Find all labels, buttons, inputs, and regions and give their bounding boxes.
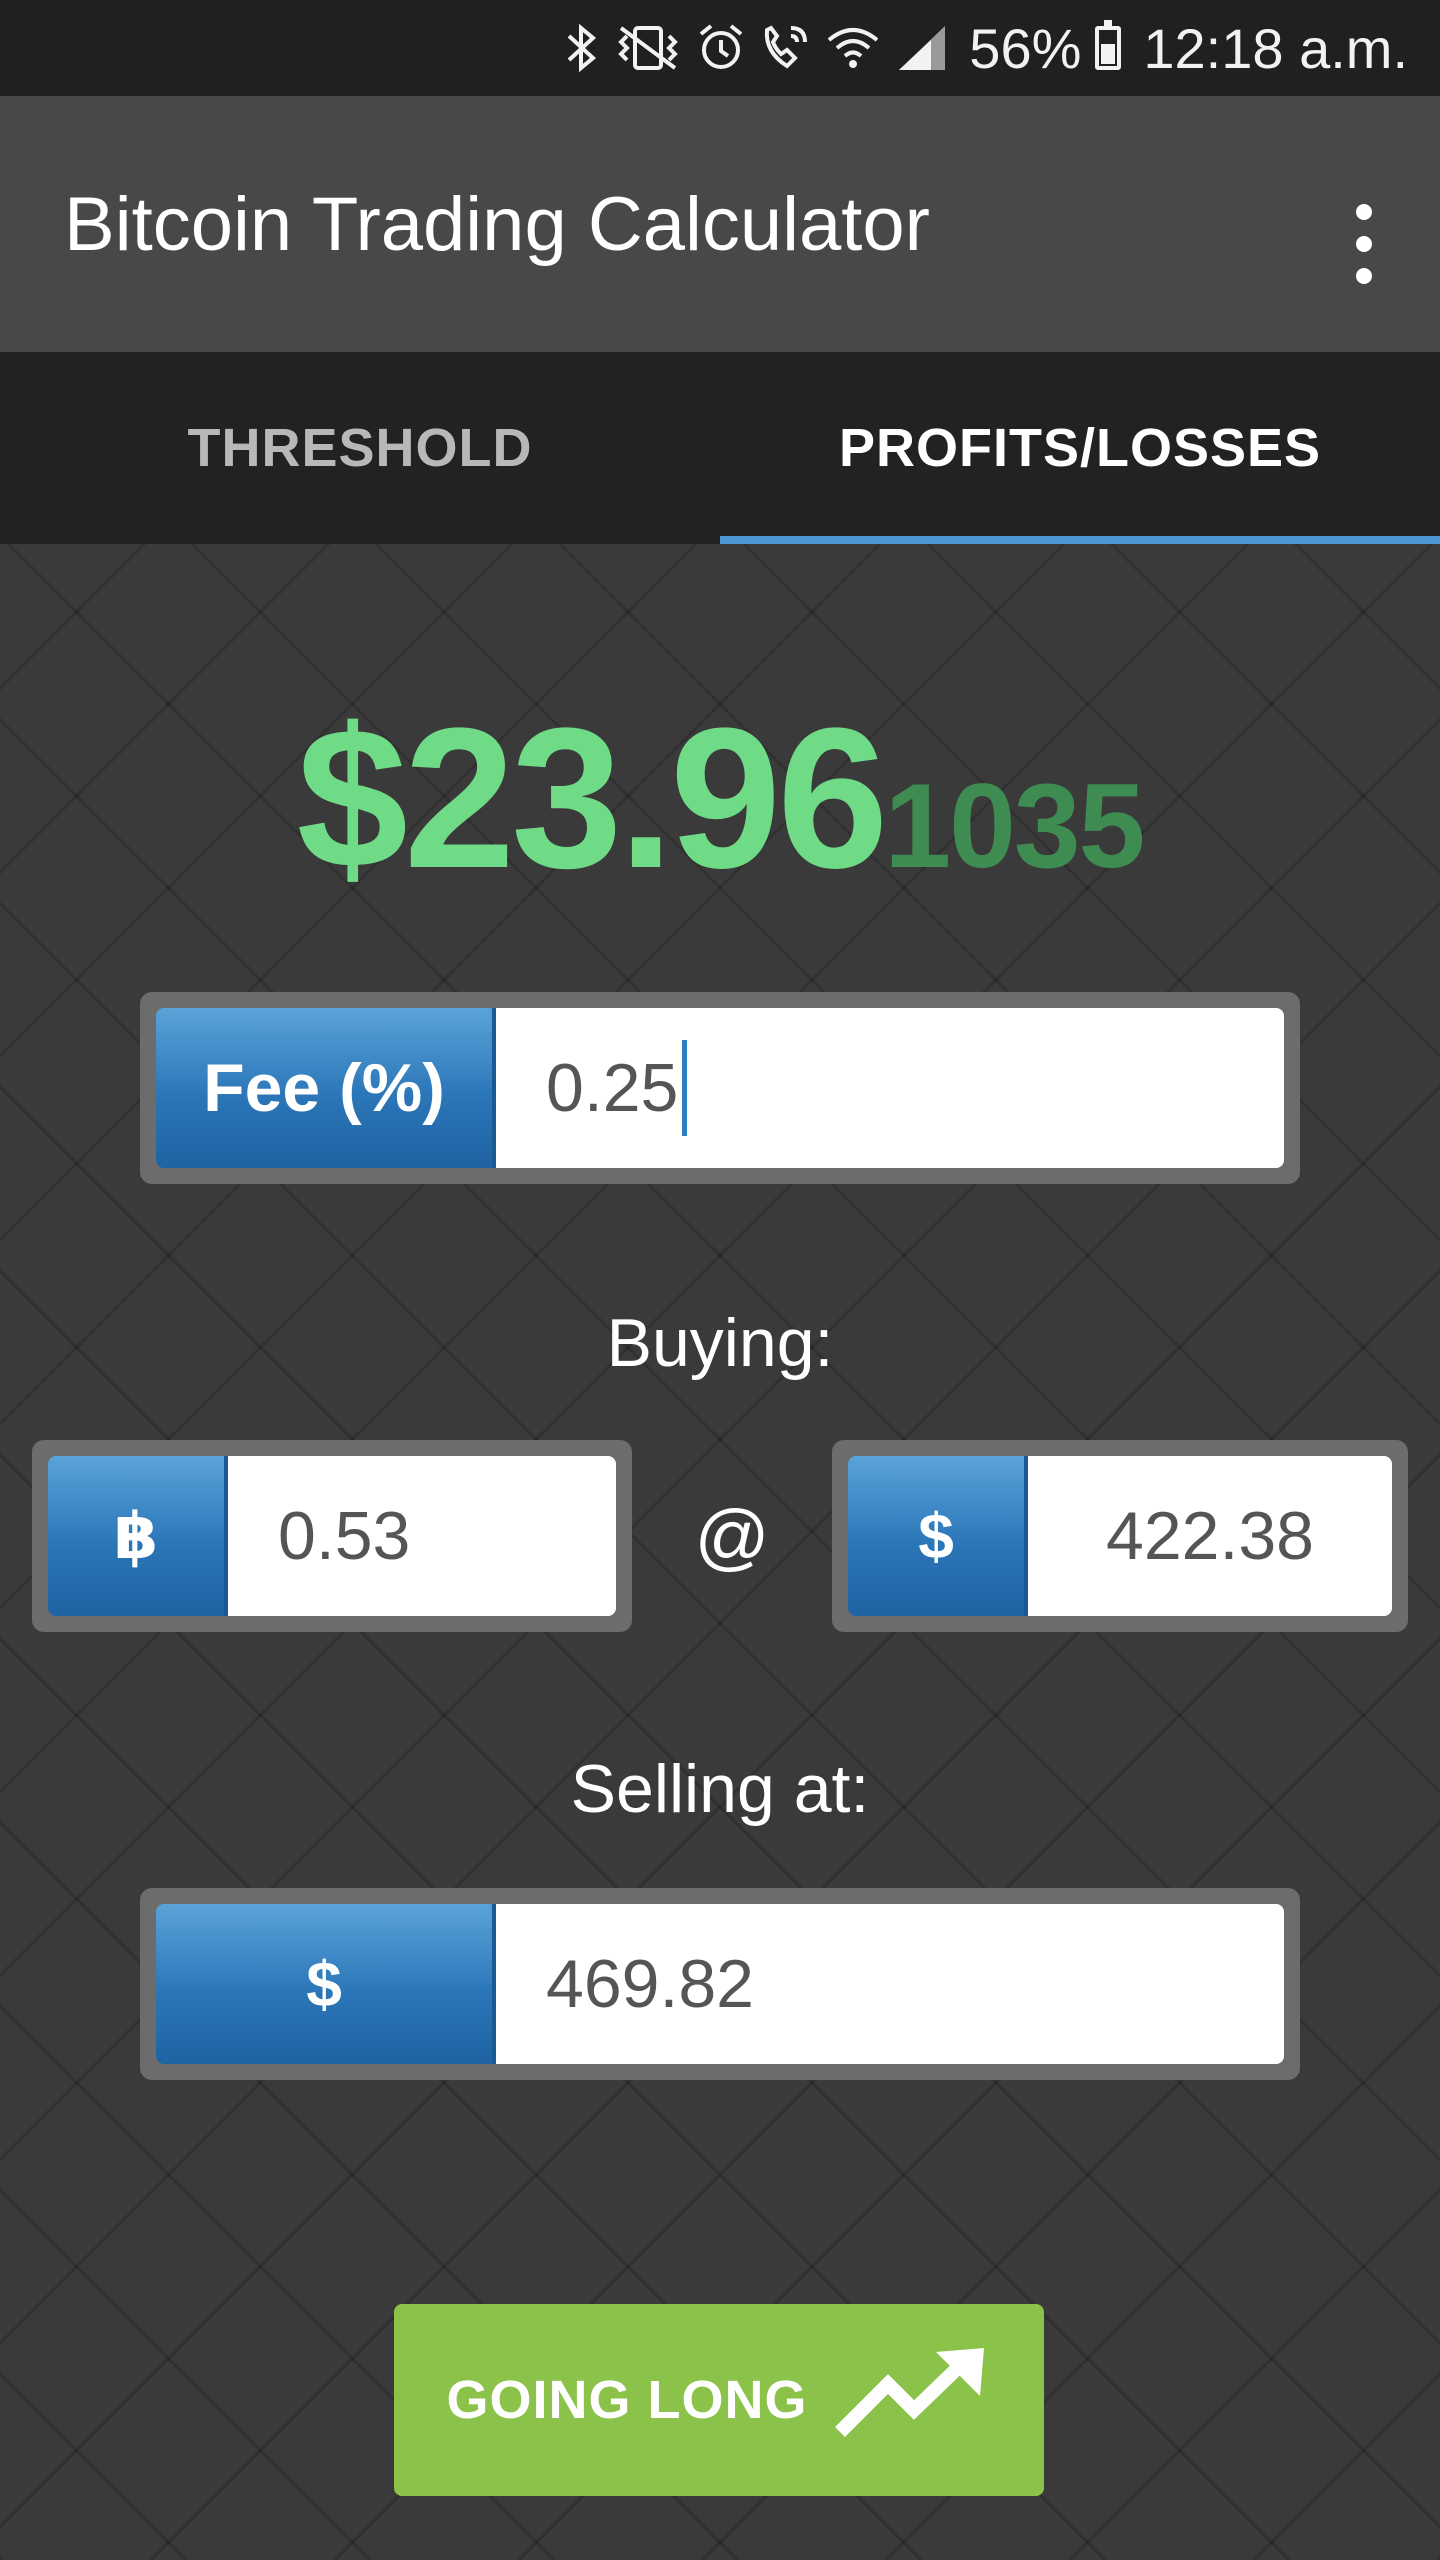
fee-input[interactable]: 0.25 [496,1008,1284,1168]
battery-percent: 56% [969,16,1082,80]
alarm-icon [697,22,745,74]
sell-price-input[interactable]: 469.82 [496,1904,1284,2064]
tab-profits-losses[interactable]: PROFITS/LOSSES [720,352,1440,544]
sell-price-group: $ 469.82 [140,1888,1300,2080]
status-time: 12:18 a.m. [1143,16,1408,80]
fee-input-group: Fee (%) 0.25 [140,992,1300,1184]
text-cursor [682,1040,688,1136]
bitcoin-symbol-icon: ฿ [48,1456,228,1616]
signal-icon [895,22,949,74]
trending-up-icon [832,2344,992,2457]
dollar-symbol-icon: $ [156,1904,496,2064]
btc-amount-input[interactable]: 0.53 [228,1456,616,1616]
buying-label: Buying: [606,1305,834,1381]
status-bar: 56% 12:18 a.m. [0,0,1440,96]
screen: 56% 12:18 a.m. Bitcoin Trading Calculato… [0,0,1440,2560]
vibrate-icon [613,22,683,74]
btc-amount-group: ฿ 0.53 [32,1440,632,1632]
buy-price-input[interactable]: 422.38 [1028,1456,1392,1616]
battery-icon [1095,20,1122,70]
bluetooth-icon [565,22,599,74]
going-long-label: GOING LONG [446,2370,808,2430]
wifi-icon [825,22,881,74]
profit-main-value: $23.96 [296,687,889,910]
wifi-call-icon [759,22,811,74]
buy-price-group: $ 422.38 [832,1440,1408,1632]
profit-extra-digits: 1035 [884,759,1145,893]
app-title: Bitcoin Trading Calculator [64,181,930,267]
fee-label: Fee (%) [156,1008,496,1168]
profit-result: $23.961035 [0,684,1440,914]
dollar-symbol-icon: $ [848,1456,1028,1616]
tab-threshold[interactable]: THRESHOLD [0,352,720,544]
going-long-button[interactable]: GOING LONG [394,2304,1044,2496]
overflow-menu-icon[interactable] [1336,204,1392,284]
calculator-content: $23.961035 Fee (%) 0.25 Buying: ฿ 0.53 @… [0,544,1440,2560]
tab-bar: THRESHOLD PROFITS/LOSSES [0,352,1440,544]
fee-value: 0.25 [546,1050,679,1126]
status-icons [565,22,949,74]
app-bar: Bitcoin Trading Calculator [0,96,1440,352]
at-sign: @ [694,1494,770,1578]
selling-label: Selling at: [570,1751,870,1827]
